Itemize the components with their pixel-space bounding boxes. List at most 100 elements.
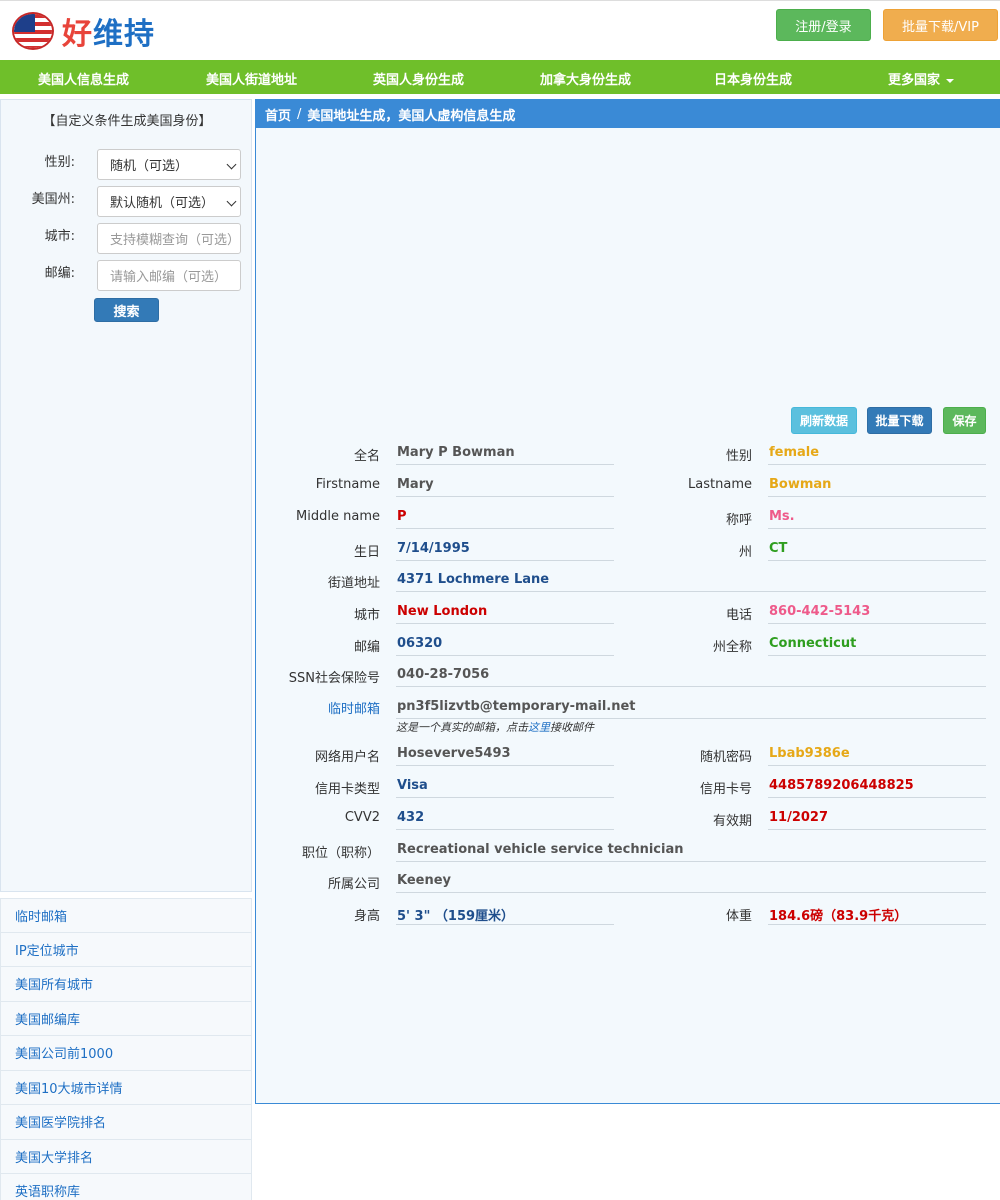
state-label: 美国州:: [31, 192, 75, 207]
nav-canada-identity[interactable]: 加拿大身份生成: [540, 69, 631, 88]
company-value: Keeney: [396, 873, 986, 893]
state-value: CT: [768, 541, 986, 561]
card-number-label: 信用卡号: [699, 782, 752, 797]
phone-label: 电话: [725, 608, 752, 623]
breadcrumb-separator: /: [297, 106, 302, 122]
expiry-value: 11/2027: [768, 810, 986, 830]
link-english-titles[interactable]: 英语职称库: [0, 1174, 252, 1200]
link-us-top-cities[interactable]: 美国10大城市详情: [0, 1070, 252, 1105]
password-value: Lbab9386e: [768, 746, 986, 766]
search-button[interactable]: 搜索: [94, 298, 159, 322]
chevron-down-icon: [226, 196, 237, 207]
birthday-label: 生日: [353, 545, 380, 560]
city-row: 城市: 支持模糊查询（可选）: [1, 223, 253, 255]
expiry-label: 有效期: [712, 814, 752, 829]
breadcrumb-current: 美国地址生成，美国人虚构信息生成: [307, 108, 516, 124]
link-us-companies[interactable]: 美国公司前1000: [0, 1036, 252, 1071]
ssn-label: SSN社会保险号: [288, 671, 380, 686]
username-label: 网络用户名: [314, 750, 380, 765]
login-button[interactable]: 注册/登录: [776, 9, 871, 41]
zip-field-label: 邮编: [353, 640, 380, 655]
firstname-label: Firstname: [315, 477, 380, 492]
cvv-value: 432: [396, 810, 614, 830]
email-note-link[interactable]: 这里: [528, 721, 550, 734]
identity-panel: 首页 / 美国地址生成，美国人虚构信息生成 刷新数据 批量下载 保存 全名 Ma…: [255, 99, 1000, 1104]
gender-label: 性别:: [44, 155, 75, 170]
password-label: 随机密码: [699, 750, 752, 765]
city-label: 城市:: [44, 229, 75, 244]
state-row: 美国州: 默认随机（可选）: [1, 186, 253, 218]
zip-value: 06320: [396, 636, 614, 656]
cvv-label: CVV2: [344, 810, 380, 825]
nav-uk-identity[interactable]: 英国人身份生成: [373, 69, 464, 88]
us-flag-icon: [12, 12, 54, 50]
link-temp-email[interactable]: 临时邮箱: [0, 898, 252, 933]
link-us-universities[interactable]: 美国大学排名: [0, 1139, 252, 1174]
ssn-value: 040-28-7056: [396, 667, 986, 687]
breadcrumb: 首页 / 美国地址生成，美国人虚构信息生成: [256, 100, 1000, 128]
save-button[interactable]: 保存: [943, 407, 986, 434]
site-name: 好维持: [62, 17, 155, 52]
job-value: Recreational vehicle service technician: [396, 842, 986, 862]
card-number-value: 4485789206448825: [768, 778, 986, 798]
nav-more-countries[interactable]: 更多国家: [888, 69, 955, 88]
side-links: 临时邮箱 IP定位城市 美国所有城市 美国邮编库 美国公司前1000 美国10大…: [0, 898, 252, 1200]
street-value: 4371 Lochmere Lane: [396, 572, 986, 592]
email-note-suffix: 接收邮件: [550, 721, 594, 734]
refresh-button[interactable]: 刷新数据: [791, 407, 857, 434]
gender-select-value: 随机（可选）: [110, 159, 189, 174]
street-label: 街道地址: [327, 576, 380, 591]
birthday-value: 7/14/1995: [396, 541, 614, 561]
middlename-label: Middle name: [296, 509, 380, 524]
phone-value: 860-442-5143: [768, 604, 986, 624]
top-header: 好维持 注册/登录 批量下载/VIP: [0, 0, 1000, 60]
batch-download-button[interactable]: 批量下载: [867, 407, 932, 434]
city-input[interactable]: 支持模糊查询（可选）: [97, 223, 241, 254]
nav-us-info[interactable]: 美国人信息生成: [38, 69, 129, 88]
site-logo[interactable]: 好维持: [12, 11, 155, 52]
city-value: New London: [396, 604, 614, 624]
firstname-value: Mary: [396, 477, 614, 497]
city-field-label: 城市: [353, 608, 380, 623]
title-label: 称呼: [725, 513, 752, 528]
vip-button[interactable]: 批量下载/VIP: [883, 9, 998, 41]
fullname-value: Mary P Bowman: [396, 445, 614, 465]
weight-value: 184.6磅（83.9千克）: [768, 905, 986, 925]
zip-row: 邮编: 请输入邮编（可选）: [1, 260, 253, 292]
main-nav: 美国人信息生成 美国人街道地址 英国人身份生成 加拿大身份生成 日本身份生成 更…: [0, 60, 1000, 94]
username-value: Hoseverve5493: [396, 746, 614, 766]
panel-title: 【自定义条件生成美国身份】: [42, 114, 212, 129]
card-type-value: Visa: [396, 778, 614, 798]
temp-email-label[interactable]: 临时邮箱: [328, 698, 380, 717]
company-label: 所属公司: [327, 877, 380, 892]
height-value: 5' 3" （159厘米）: [396, 905, 614, 925]
email-note-prefix: 这是一个真实的邮箱，点击: [396, 721, 528, 734]
nav-japan-identity[interactable]: 日本身份生成: [714, 69, 792, 88]
state-select-value: 默认随机（可选）: [110, 196, 215, 211]
gender-row: 性别: 随机（可选）: [1, 149, 253, 181]
weight-label: 体重: [725, 909, 752, 924]
lastname-value: Bowman: [768, 477, 986, 497]
link-ip-city[interactable]: IP定位城市: [0, 932, 252, 967]
zip-label: 邮编:: [44, 266, 75, 281]
nav-us-street[interactable]: 美国人街道地址: [206, 69, 297, 88]
zip-input[interactable]: 请输入邮编（可选）: [97, 260, 241, 291]
middlename-value: P: [396, 509, 614, 529]
lastname-label: Lastname: [688, 477, 752, 492]
caret-down-icon: [946, 78, 955, 83]
state-select[interactable]: 默认随机（可选）: [97, 186, 241, 217]
gender-select[interactable]: 随机（可选）: [97, 149, 241, 180]
gender-value: female: [768, 445, 986, 465]
height-label: 身高: [353, 909, 380, 924]
gender-field-label: 性别: [725, 449, 752, 464]
link-us-cities[interactable]: 美国所有城市: [0, 967, 252, 1002]
custom-search-panel: 【自定义条件生成美国身份】 性别: 随机（可选） 美国州: 默认随机（可选） 城…: [0, 99, 252, 892]
link-us-medical-schools[interactable]: 美国医学院排名: [0, 1105, 252, 1140]
chevron-down-icon: [226, 159, 237, 170]
state-full-label: 州全称: [712, 640, 752, 655]
email-note: 这是一个真实的邮箱，点击这里接收邮件: [396, 719, 594, 735]
link-us-zip[interactable]: 美国邮编库: [0, 1001, 252, 1036]
state-field-label: 州: [738, 545, 752, 560]
card-type-label: 信用卡类型: [314, 782, 380, 797]
breadcrumb-home[interactable]: 首页: [265, 105, 291, 124]
